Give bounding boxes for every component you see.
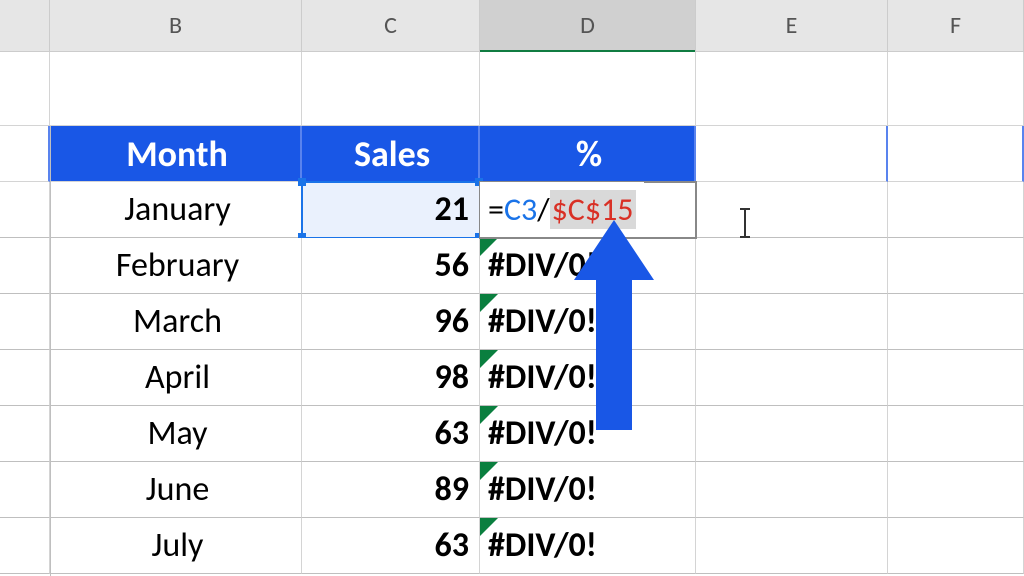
cell[interactable] <box>888 518 1024 574</box>
cell[interactable] <box>888 52 1024 126</box>
error-triangle-icon <box>480 518 498 536</box>
cell-month[interactable]: July <box>50 518 302 574</box>
cell-percent-error[interactable]: #DIV/0! <box>480 406 696 462</box>
cell-formula-editing[interactable]: =C3/$C$15 <box>480 182 696 238</box>
error-triangle-icon <box>480 406 498 424</box>
cell-month[interactable]: January <box>50 182 302 238</box>
error-triangle-icon <box>480 294 498 312</box>
cell[interactable] <box>696 406 888 462</box>
formula-ref-c15: $C$15 <box>550 190 636 229</box>
column-header-B[interactable]: B <box>50 0 302 51</box>
cell[interactable] <box>888 294 1024 350</box>
cell[interactable] <box>696 518 888 574</box>
cell[interactable] <box>0 406 50 462</box>
cell-sales[interactable]: 63 <box>302 406 480 462</box>
column-header-C[interactable]: C <box>302 0 480 51</box>
table-row: January 21 =C3/$C$15 <box>0 182 1024 238</box>
formula-editor[interactable]: =C3/$C$15 <box>480 182 644 237</box>
cell-percent-error[interactable]: #DIV/0! <box>480 294 696 350</box>
column-header-D[interactable]: D <box>480 0 696 51</box>
cell[interactable] <box>696 294 888 350</box>
cell[interactable] <box>696 350 888 406</box>
error-triangle-icon <box>480 350 498 368</box>
table-row: July 63 #DIV/0! <box>0 518 1024 574</box>
cell[interactable] <box>888 182 1024 238</box>
cell-percent-error[interactable]: #DIV/0! <box>480 238 696 294</box>
cell[interactable] <box>696 52 888 126</box>
cell[interactable] <box>888 238 1024 294</box>
cell[interactable] <box>480 52 696 126</box>
cell-sales[interactable]: 96 <box>302 294 480 350</box>
error-triangle-icon <box>480 462 498 480</box>
column-header-E[interactable]: E <box>696 0 888 51</box>
formula-equals: = <box>488 190 504 229</box>
cell-percent-error[interactable]: #DIV/0! <box>480 462 696 518</box>
table-row: June 89 #DIV/0! <box>0 462 1024 518</box>
table-row: May 63 #DIV/0! <box>0 406 1024 462</box>
formula-divide: / <box>537 190 549 229</box>
table-left-border <box>50 126 51 576</box>
cell[interactable] <box>0 518 50 574</box>
header-percent[interactable]: % <box>480 126 696 182</box>
cell-month[interactable]: February <box>50 238 302 294</box>
column-header-gutter[interactable] <box>0 0 50 51</box>
cell[interactable] <box>0 126 50 182</box>
spreadsheet-grid[interactable]: B C D E F Month Sales % January <box>0 0 1024 576</box>
table-row: April 98 #DIV/0! <box>0 350 1024 406</box>
header-sales[interactable]: Sales <box>302 126 480 182</box>
formula-ref-c3: C3 <box>504 190 537 229</box>
cell[interactable] <box>696 462 888 518</box>
cell[interactable] <box>696 126 888 182</box>
cell[interactable] <box>0 350 50 406</box>
cell-sales[interactable]: 63 <box>302 518 480 574</box>
table-row: March 96 #DIV/0! <box>0 294 1024 350</box>
cell[interactable] <box>888 406 1024 462</box>
cell[interactable] <box>696 238 888 294</box>
cell-sales[interactable]: 89 <box>302 462 480 518</box>
cell-month[interactable]: June <box>50 462 302 518</box>
cell[interactable] <box>888 462 1024 518</box>
cell[interactable] <box>888 126 1024 182</box>
cell[interactable] <box>302 52 480 126</box>
cell-month[interactable]: May <box>50 406 302 462</box>
grid-row-1 <box>0 52 1024 126</box>
cell-month[interactable]: March <box>50 294 302 350</box>
table-header-row: Month Sales % <box>0 126 1024 182</box>
text-cursor-icon <box>740 208 750 238</box>
cell[interactable] <box>0 294 50 350</box>
cell[interactable] <box>888 350 1024 406</box>
cell[interactable] <box>50 52 302 126</box>
error-triangle-icon <box>480 238 498 256</box>
cell-sales[interactable]: 98 <box>302 350 480 406</box>
cell-sales-referenced[interactable]: 21 <box>302 182 480 238</box>
table-row: February 56 #DIV/0! <box>0 238 1024 294</box>
cell-month[interactable]: April <box>50 350 302 406</box>
cell[interactable] <box>0 462 50 518</box>
column-header-F[interactable]: F <box>888 0 1024 51</box>
header-month[interactable]: Month <box>50 126 302 182</box>
cell-percent-error[interactable]: #DIV/0! <box>480 350 696 406</box>
column-header-row: B C D E F <box>0 0 1024 52</box>
cell[interactable] <box>696 182 888 238</box>
cell[interactable] <box>0 52 50 126</box>
cell-sales[interactable]: 56 <box>302 238 480 294</box>
cell[interactable] <box>0 182 50 238</box>
cell-percent-error[interactable]: #DIV/0! <box>480 518 696 574</box>
cell[interactable] <box>0 238 50 294</box>
